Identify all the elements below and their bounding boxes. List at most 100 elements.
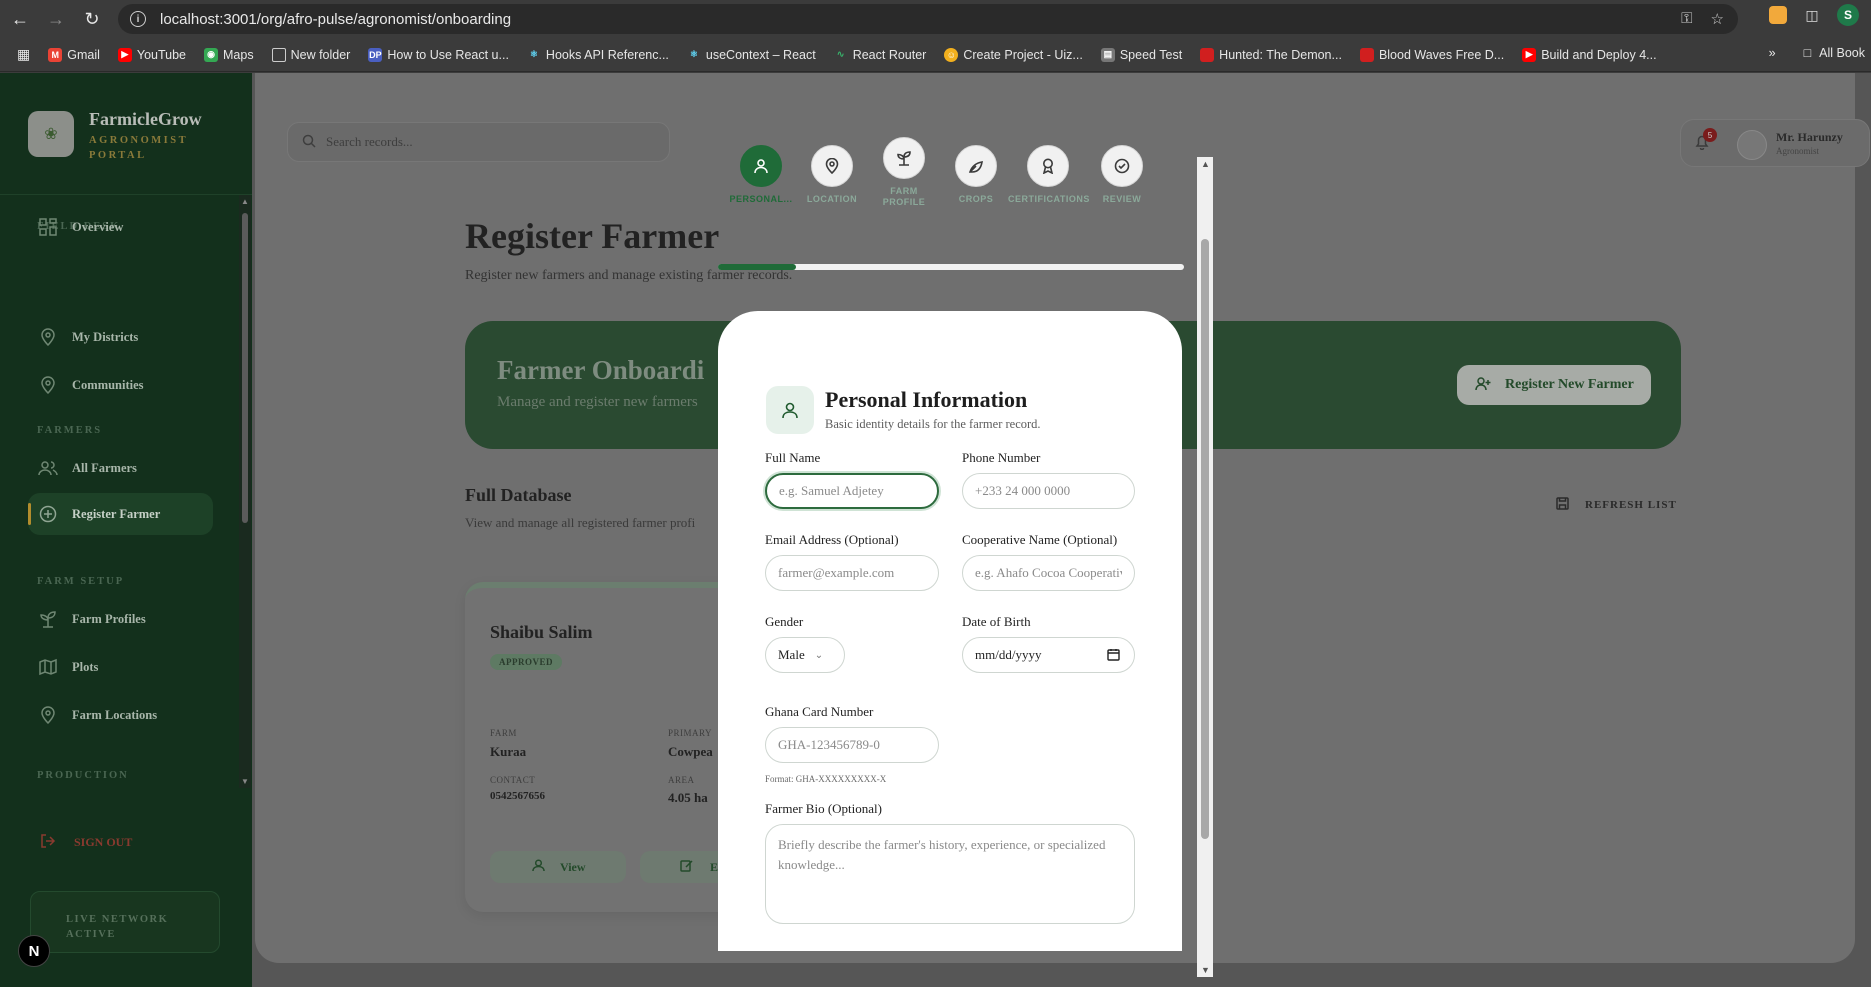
leaf-logo-icon: ❀ [28,111,74,157]
bio-textarea[interactable] [765,824,1135,924]
bookmark-hooks-api[interactable]: ⚛ Hooks API Referenc... [518,48,678,62]
scroll-down-icon[interactable]: ▼ [241,777,249,786]
scroll-down-icon[interactable]: ▼ [1201,965,1210,975]
bookmark-usecontext[interactable]: ⚛ useContext – React [678,48,825,62]
scroll-up-icon[interactable]: ▲ [1201,159,1210,169]
sidebar-scroll-thumb[interactable] [242,213,248,523]
apps-icon[interactable]: ▦ [8,46,39,63]
sidebar-item-plots[interactable]: Plots [28,646,213,688]
profile-avatar[interactable]: S [1837,4,1859,26]
modal-scroll-thumb[interactable] [1201,239,1209,839]
cooperative-label: Cooperative Name (Optional) [962,532,1118,547]
save-icon [1556,497,1569,513]
dob-input[interactable]: mm/dd/yyyy [962,637,1135,673]
bookmark-react-usage[interactable]: DP How to Use React u... [359,47,518,62]
primary-label: PRIMARY [668,728,713,738]
onboarding-stepper: PERSONAL... LOCATION FARM PROFILE CROPS … [718,137,1184,313]
step-personal[interactable]: PERSONAL... [721,145,801,205]
bookmark-hunted[interactable]: Hunted: The Demon... [1191,47,1351,62]
sidebar-item-communities[interactable]: Communities [28,364,213,406]
sprout-icon [38,609,58,629]
step-crops[interactable]: CROPS [936,145,1016,205]
reload-button[interactable]: ↻ [74,0,110,38]
bookmark-new-folder[interactable]: New folder [263,47,360,62]
farm-value: Kuraa [490,744,527,759]
brand-name: FarmicleGrow [89,109,202,129]
bookmark-speed-test[interactable]: ▤ Speed Test [1092,47,1191,62]
step-farm-profile[interactable]: FARM PROFILE [864,137,944,208]
key-icon[interactable]: ⚿ [1681,10,1692,28]
scroll-up-icon[interactable]: ▲ [241,197,249,206]
logout-icon [40,833,56,852]
step-review[interactable]: REVIEW [1082,145,1162,205]
extension-icon[interactable] [1769,6,1787,24]
database-title: Full Database [465,485,572,505]
register-new-farmer-button[interactable]: Register New Farmer [1457,365,1651,405]
section-title: Personal Information [825,387,1028,412]
dp-icon: DP [368,47,383,62]
sidebar-item-my-districts[interactable]: My Districts [28,316,213,358]
gmail-icon: M [48,47,63,62]
bookmark-youtube[interactable]: ▶ YouTube [109,47,195,62]
view-button[interactable]: View [490,851,626,883]
avatar[interactable] [1737,130,1767,160]
react-icon: ⚛ [529,49,538,59]
refresh-list-button[interactable]: REFRESH LIST [1556,497,1677,513]
bookmark-build-deploy[interactable]: ▶ Build and Deploy 4... [1513,47,1665,62]
status-badge: APPROVED [490,654,562,670]
bookmark-blood-waves[interactable]: Blood Waves Free D... [1351,47,1513,62]
page-title: Register Farmer [465,216,720,256]
sidebar-scrollbar[interactable]: ▲ ▼ [239,195,251,788]
bookmark-gmail[interactable]: M Gmail [39,47,109,62]
bio-label: Farmer Bio (Optional) [765,801,882,816]
bookmark-maps[interactable]: ◉ Maps [195,47,263,62]
sign-out-button[interactable]: SIGN OUT [40,833,132,852]
user-menu[interactable]: 5 Mr. Harunzy Agronomist [1680,119,1870,167]
bookmark-red-icon [1359,47,1374,62]
phone-input[interactable] [962,473,1135,509]
bookmark-react-router[interactable]: ∿ React Router [825,48,936,62]
step-location[interactable]: LOCATION [792,145,872,205]
youtube-icon: ▶ [117,47,132,62]
email-input[interactable] [765,555,939,591]
sidebar-item-farm-profiles[interactable]: Farm Profiles [28,598,213,640]
dob-label: Date of Birth [962,614,1031,629]
react-icon: ⚛ [689,49,698,59]
more-bookmarks-icon[interactable]: » [1769,46,1776,60]
user-icon [766,386,814,434]
farmer-name: Shaibu Salim [490,622,593,642]
nextjs-badge[interactable]: N [18,935,50,967]
address-bar[interactable]: i localhost:3001/org/afro-pulse/agronomi… [118,4,1738,34]
sidebar-item-overview[interactable]: Overview [28,206,213,248]
full-name-input[interactable] [765,473,939,509]
cooperative-input[interactable] [962,555,1135,591]
search-input[interactable]: Search records... [287,122,670,162]
step-certifications[interactable]: CERTIFICATIONS [1008,145,1089,205]
star-icon[interactable]: ☆ [1711,10,1724,28]
sidebar-item-register-farmer[interactable]: Register Farmer [28,493,213,535]
register-farmer-modal: Personal Information Basic identity deta… [718,311,1182,951]
browser-toolbar: ← → ↻ i localhost:3001/org/afro-pulse/ag… [0,0,1871,38]
back-button[interactable]: ← [2,0,38,38]
live-network-status: LIVE NETWORK ACTIVE [30,891,220,953]
area-label: AREA [668,775,695,785]
farmer-card: Shaibu Salim APPROVED FARM Kuraa PRIMARY… [465,582,745,912]
gender-select[interactable]: Male ⌄ [765,637,845,673]
sidebar-item-all-farmers[interactable]: All Farmers [28,447,213,489]
section-subtitle: Basic identity details for the farmer re… [825,417,1041,431]
email-label: Email Address (Optional) [765,532,899,547]
modal-scrollbar[interactable]: ▲ ▼ [1197,157,1213,977]
map-pin-icon [38,327,58,347]
award-icon [1027,145,1069,187]
forward-button[interactable]: → [38,0,74,38]
ghana-card-input[interactable] [765,727,939,763]
calendar-icon[interactable] [1107,648,1120,664]
database-subtitle: View and manage all registered farmer pr… [465,515,696,530]
all-bookmarks[interactable]: » □ All Book [1758,46,1871,60]
map-pin-icon [38,705,58,725]
bookmark-create-project[interactable]: ☺ Create Project - Uiz... [935,47,1091,62]
folder-icon [271,47,286,62]
sidebar-item-farm-locations[interactable]: Farm Locations [28,694,213,736]
site-info-icon[interactable]: i [130,11,146,27]
puzzle-icon[interactable]: ◫ [1801,4,1823,26]
